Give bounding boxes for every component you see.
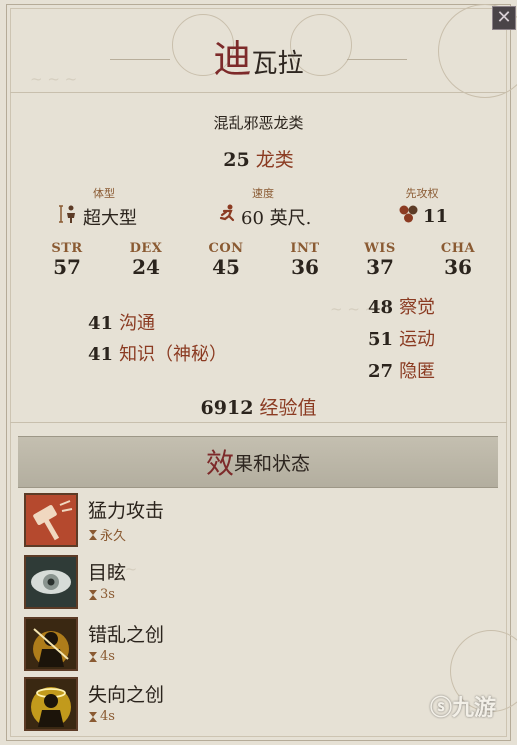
skill-stealth: 27 隐匿 bbox=[368, 361, 436, 382]
ability-con: CON 45 bbox=[208, 241, 244, 279]
speed-label: 速度 bbox=[252, 187, 274, 200]
ability-int: INT 36 bbox=[290, 241, 320, 279]
speed-value: 60 英尺. bbox=[216, 203, 311, 230]
disorientation-wound-icon bbox=[24, 677, 78, 731]
creature-info-panel: ~ ~ ~ ~ ~ ~ ~ ~ ~ ✕ 迪瓦拉 混乱邪恶龙类 25 龙类 体型 … bbox=[0, 0, 517, 745]
effect-power-attack[interactable]: 猛力攻击 永久 bbox=[24, 493, 484, 549]
alignment-type: 混乱邪恶龙类 bbox=[213, 114, 304, 132]
effect-confusion-wound[interactable]: 错乱之创 4s bbox=[24, 617, 484, 673]
level-number: 25 bbox=[223, 149, 250, 171]
close-icon: ✕ bbox=[496, 7, 512, 28]
experience-row: 6912 经验值 bbox=[0, 393, 517, 420]
skill-athletics: 51 运动 bbox=[368, 329, 436, 350]
effects-header: 效果和状态 bbox=[18, 436, 498, 488]
hourglass-icon bbox=[89, 651, 97, 662]
power-attack-hammer-icon bbox=[24, 493, 78, 547]
close-button[interactable]: ✕ bbox=[492, 6, 516, 30]
size-value: 超大型 bbox=[58, 203, 137, 230]
skill-knowledge-arcana: 41 知识（神秘） bbox=[88, 344, 228, 365]
effect-dazzled[interactable]: 目眩 3s bbox=[24, 555, 484, 611]
hourglass-icon bbox=[89, 529, 97, 540]
experience-label: 经验值 bbox=[259, 397, 317, 419]
level-row: 25 龙类 bbox=[0, 145, 517, 172]
ability-dex: DEX 24 bbox=[129, 241, 163, 279]
initiative-dice-icon bbox=[398, 203, 420, 230]
ability-cha: CHA 36 bbox=[440, 241, 476, 279]
divider bbox=[10, 92, 507, 93]
size-label: 体型 bbox=[93, 187, 115, 200]
running-man-icon bbox=[216, 203, 238, 230]
confusion-wound-icon bbox=[24, 617, 78, 671]
hourglass-icon bbox=[89, 711, 97, 722]
ability-wis: WIS 37 bbox=[364, 241, 396, 279]
hourglass-icon bbox=[89, 589, 97, 600]
effect-disorientation-wound[interactable]: 失向之创 4s bbox=[24, 677, 484, 733]
creature-type: 龙类 bbox=[255, 149, 294, 171]
site-watermark: ⓢ九游 bbox=[430, 696, 497, 721]
dazzled-eye-icon bbox=[24, 555, 78, 609]
initiative-value: 11 bbox=[398, 203, 448, 230]
initiative-label: 先攻权 bbox=[405, 187, 439, 200]
divider bbox=[10, 422, 507, 423]
skill-persuasion: 41 沟通 bbox=[88, 313, 156, 334]
size-icon bbox=[58, 203, 80, 230]
experience-value: 6912 bbox=[200, 397, 254, 419]
creature-name: 迪瓦拉 bbox=[213, 37, 304, 81]
ability-str: STR 57 bbox=[51, 241, 83, 279]
watermark-logo-icon: ⓢ bbox=[430, 696, 453, 721]
skill-perception: 48 察觉 bbox=[368, 297, 436, 318]
